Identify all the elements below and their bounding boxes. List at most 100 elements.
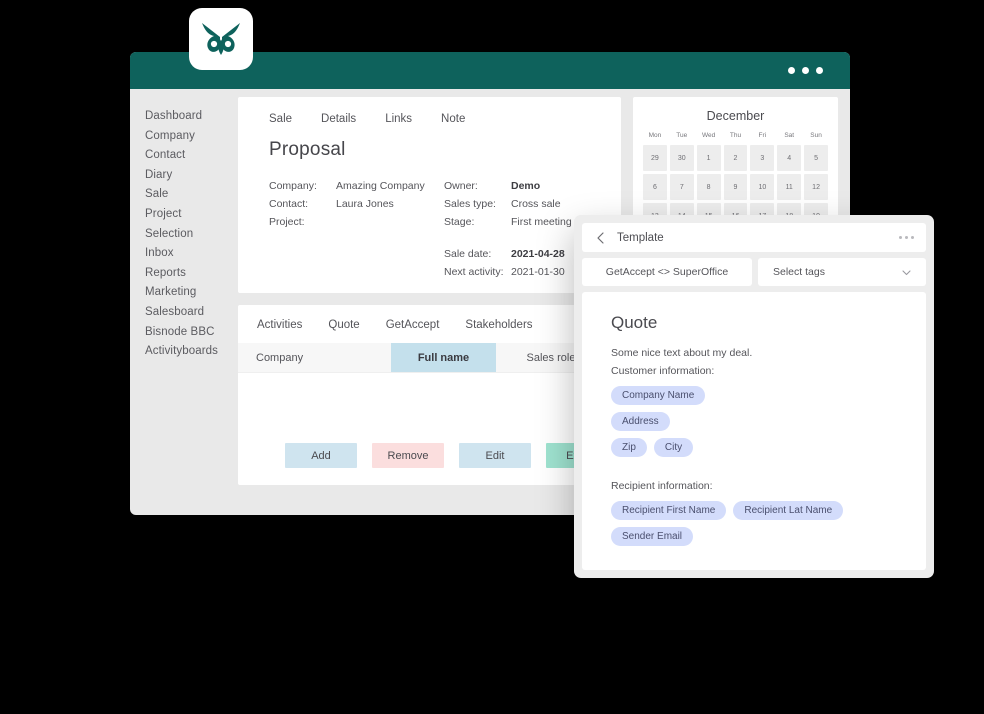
recipient-info-label: Recipient information: bbox=[611, 480, 713, 492]
calendar-day[interactable]: 29 bbox=[643, 145, 667, 171]
field-contact-value: Laura Jones bbox=[336, 198, 394, 210]
merge-tag-zip[interactable]: Zip bbox=[611, 438, 647, 457]
sidebar-item-dashboard[interactable]: Dashboard bbox=[145, 107, 238, 127]
three-dots-icon[interactable] bbox=[899, 236, 914, 239]
calendar-day[interactable]: 9 bbox=[723, 174, 748, 200]
merge-tag-recipient-last-name[interactable]: Recipient Lat Name bbox=[733, 501, 844, 520]
remove-button[interactable]: Remove bbox=[372, 443, 444, 468]
tab-quote[interactable]: Quote bbox=[328, 319, 359, 331]
document-spacer bbox=[611, 464, 926, 477]
field-sale-date: Sale date: 2021-04-28 bbox=[444, 245, 572, 263]
sidebar-item-selection[interactable]: Selection bbox=[145, 225, 238, 245]
tags-select[interactable]: Select tags bbox=[758, 258, 926, 286]
calendar-dow-sun: Sun bbox=[810, 132, 822, 139]
tab-stakeholders[interactable]: Stakeholders bbox=[465, 319, 532, 331]
sidebar-item-diary[interactable]: Diary bbox=[145, 166, 238, 186]
sidebar-item-reports[interactable]: Reports bbox=[145, 264, 238, 284]
template-document: Quote Some nice text about my deal. Cust… bbox=[582, 292, 926, 570]
field-sales-type: Sales type: Cross sale bbox=[444, 195, 572, 213]
sidebar-item-bisnode-bbc[interactable]: Bisnode BBC bbox=[145, 323, 238, 343]
field-owner: Owner: Demo bbox=[444, 177, 572, 195]
sidebar-item-salesboard[interactable]: Salesboard bbox=[145, 303, 238, 323]
document-title: Quote bbox=[611, 313, 658, 332]
integration-select[interactable]: GetAccept <> SuperOffice bbox=[582, 258, 752, 286]
tab-getaccept[interactable]: GetAccept bbox=[386, 319, 440, 331]
tab-activities[interactable]: Activities bbox=[257, 319, 302, 331]
field-next-activity: Next activity: 2021-01-30 bbox=[444, 263, 572, 281]
field-spacer bbox=[444, 231, 572, 245]
calendar-dow-thu: Thu bbox=[729, 132, 742, 139]
three-dots-icon[interactable] bbox=[788, 67, 823, 74]
merge-tag-sender-email[interactable]: Sender Email bbox=[611, 527, 694, 546]
template-selects: GetAccept <> SuperOffice Select tags bbox=[582, 258, 926, 286]
field-stage-label: Stage: bbox=[444, 216, 475, 228]
field-sale-date-value: 2021-04-28 bbox=[511, 248, 565, 260]
calendar-day[interactable]: 4 bbox=[777, 145, 802, 171]
field-contact: Contact: Laura Jones bbox=[269, 195, 444, 213]
integration-select-value: GetAccept <> SuperOffice bbox=[605, 266, 729, 278]
calendar-month-title: December bbox=[706, 109, 765, 123]
calendar-day[interactable]: 6 bbox=[643, 174, 667, 200]
field-owner-value: Demo bbox=[511, 180, 541, 192]
tab-sale[interactable]: Sale bbox=[269, 113, 292, 125]
template-panel-title: Template bbox=[617, 231, 664, 244]
merge-tag-address[interactable]: Address bbox=[611, 412, 670, 431]
column-header-company[interactable]: Company bbox=[238, 343, 391, 372]
template-panel-header: Template bbox=[582, 223, 926, 252]
template-panel: Template GetAccept <> SuperOffice Select… bbox=[574, 215, 934, 578]
sidebar-item-marketing[interactable]: Marketing bbox=[145, 283, 238, 303]
field-sale-date-label: Sale date: bbox=[444, 248, 492, 260]
field-next-activity-value: 2021-01-30 bbox=[511, 266, 565, 278]
proposal-card: Sale Details Links Note Proposal Company… bbox=[238, 97, 621, 293]
customer-tag-row: Company Name bbox=[611, 386, 926, 405]
tab-details[interactable]: Details bbox=[321, 113, 356, 125]
document-intro: Some nice text about my deal. bbox=[611, 347, 753, 359]
sidebar-item-sale[interactable]: Sale bbox=[145, 185, 238, 205]
sidebar-item-activityboards[interactable]: Activityboards bbox=[145, 342, 238, 362]
calendar-dow-fri: Fri bbox=[758, 132, 767, 139]
calendar-dow-mon: Mon bbox=[648, 132, 662, 139]
calendar-dow-sat: Sat bbox=[784, 132, 795, 139]
column-header-full-name[interactable]: Full name bbox=[391, 343, 496, 372]
field-sales-type-label: Sales type: bbox=[444, 198, 496, 210]
field-project-label: Project: bbox=[269, 216, 305, 228]
merge-tag-company-name[interactable]: Company Name bbox=[611, 386, 706, 405]
sidebar: Dashboard Company Contact Diary Sale Pro… bbox=[130, 89, 238, 515]
calendar-day[interactable]: 5 bbox=[804, 145, 828, 171]
sidebar-item-project[interactable]: Project bbox=[145, 205, 238, 225]
calendar-dow-wed: Wed bbox=[702, 132, 716, 139]
customer-tag-row: Address bbox=[611, 412, 926, 431]
calendar-day[interactable]: 1 bbox=[696, 145, 721, 171]
calendar-day[interactable]: 3 bbox=[750, 145, 775, 171]
field-contact-label: Contact: bbox=[269, 198, 309, 210]
chevron-down-icon bbox=[900, 266, 913, 279]
screenshot-stage: Dashboard Company Contact Diary Sale Pro… bbox=[0, 0, 984, 714]
merge-tag-city[interactable]: City bbox=[653, 438, 694, 457]
tab-links[interactable]: Links bbox=[385, 113, 412, 125]
calendar-day[interactable]: 30 bbox=[669, 145, 694, 171]
page-title: Proposal bbox=[269, 139, 346, 160]
calendar-dow-tue: Tue bbox=[676, 132, 688, 139]
field-owner-label: Owner: bbox=[444, 180, 478, 192]
customer-info-label: Customer information: bbox=[611, 365, 715, 377]
proposal-fields-right: Owner: Demo Sales type: Cross sale Stage… bbox=[444, 177, 572, 281]
merge-tag-recipient-first-name[interactable]: Recipient First Name bbox=[611, 501, 727, 520]
sidebar-item-contact[interactable]: Contact bbox=[145, 146, 238, 166]
recipient-tag-row: Recipient First Name Recipient Lat Name bbox=[611, 501, 926, 520]
add-button[interactable]: Add bbox=[285, 443, 357, 468]
calendar-day[interactable]: 10 bbox=[750, 174, 775, 200]
field-company-label: Company: bbox=[269, 180, 317, 192]
calendar-day[interactable]: 2 bbox=[723, 145, 748, 171]
tab-note[interactable]: Note bbox=[441, 113, 465, 125]
calendar-day[interactable]: 11 bbox=[777, 174, 802, 200]
calendar-day[interactable]: 12 bbox=[804, 174, 828, 200]
sidebar-item-inbox[interactable]: Inbox bbox=[145, 244, 238, 264]
sidebar-item-company[interactable]: Company bbox=[145, 127, 238, 147]
calendar-day[interactable]: 8 bbox=[696, 174, 721, 200]
calendar-day[interactable]: 7 bbox=[669, 174, 694, 200]
chevron-left-icon[interactable] bbox=[594, 231, 608, 245]
field-stage: Stage: First meeting bbox=[444, 213, 572, 231]
edit-button[interactable]: Edit bbox=[459, 443, 531, 468]
proposal-fields: Company: Amazing Company Contact: Laura … bbox=[269, 177, 621, 281]
proposal-tabs: Sale Details Links Note bbox=[269, 113, 621, 125]
